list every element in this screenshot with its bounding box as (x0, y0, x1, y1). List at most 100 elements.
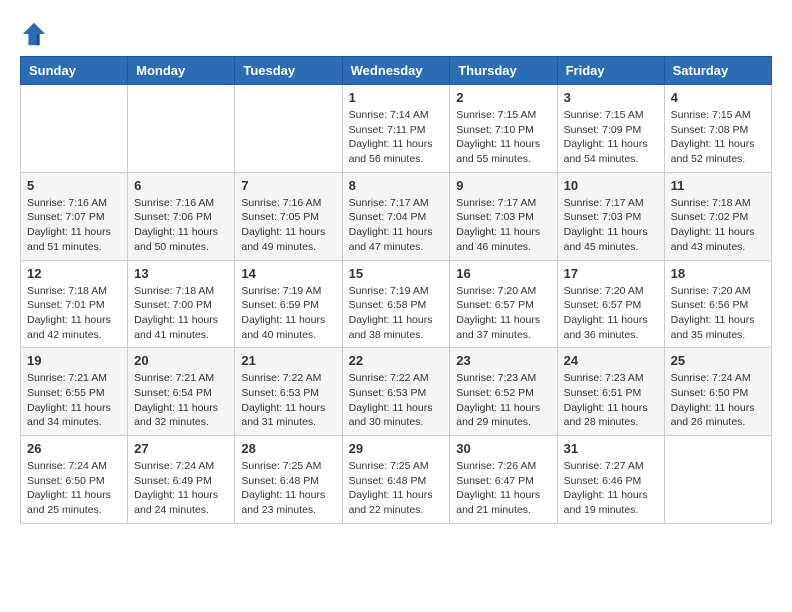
day-number: 21 (241, 353, 335, 368)
day-number: 9 (456, 178, 550, 193)
logo (20, 20, 52, 48)
column-header-saturday: Saturday (664, 57, 771, 85)
day-info: Sunrise: 7:22 AM Sunset: 6:53 PM Dayligh… (241, 371, 335, 430)
column-header-wednesday: Wednesday (342, 57, 450, 85)
calendar-week-row: 19Sunrise: 7:21 AM Sunset: 6:55 PM Dayli… (21, 348, 772, 436)
day-info: Sunrise: 7:24 AM Sunset: 6:50 PM Dayligh… (27, 459, 121, 518)
day-number: 18 (671, 266, 765, 281)
day-number: 30 (456, 441, 550, 456)
calendar-cell: 6 Sunrise: 7:16 AM Sunset: 7:06 PM Daylig… (128, 172, 235, 260)
day-info: Sunrise: 7:26 AM Sunset: 6:47 PM Dayligh… (456, 459, 550, 518)
calendar-header-row: SundayMondayTuesdayWednesdayThursdayFrid… (21, 57, 772, 85)
calendar-cell (128, 85, 235, 173)
day-info: Sunrise: 7:19 AM Sunset: 6:58 PM Dayligh… (349, 284, 444, 343)
calendar-cell: 10 Sunrise: 7:17 AM Sunset: 7:03 PM Dayli… (557, 172, 664, 260)
calendar-cell: 3Sunrise: 7:15 AM Sunset: 7:09 PM Daylig… (557, 85, 664, 173)
calendar-cell: 13 Sunrise: 7:18 AM Sunset: 7:00 PM Dayli… (128, 260, 235, 348)
page-header (20, 20, 772, 48)
day-info: Sunrise: 7:24 AM Sunset: 6:50 PM Dayligh… (671, 371, 765, 430)
calendar-cell: 8 Sunrise: 7:17 AM Sunset: 7:04 PM Daylig… (342, 172, 450, 260)
day-info: Sunrise: 7:25 AM Sunset: 6:48 PM Dayligh… (349, 459, 444, 518)
day-number: 25 (671, 353, 765, 368)
day-number: 19 (27, 353, 121, 368)
calendar-week-row: 12 Sunrise: 7:18 AM Sunset: 7:01 PM Dayli… (21, 260, 772, 348)
calendar-cell: 19Sunrise: 7:21 AM Sunset: 6:55 PM Dayli… (21, 348, 128, 436)
day-info: Sunrise: 7:16 AM Sunset: 7:07 PM Dayligh… (27, 196, 121, 255)
day-info: Sunrise: 7:15 AM Sunset: 7:08 PM Dayligh… (671, 108, 765, 167)
day-number: 22 (349, 353, 444, 368)
calendar-week-row: 1 Sunrise: 7:14 AM Sunset: 7:11 PM Daylig… (21, 85, 772, 173)
day-info: Sunrise: 7:15 AM Sunset: 7:09 PM Dayligh… (564, 108, 658, 167)
day-number: 8 (349, 178, 444, 193)
day-info: Sunrise: 7:16 AM Sunset: 7:06 PM Dayligh… (134, 196, 228, 255)
day-number: 7 (241, 178, 335, 193)
day-info: Sunrise: 7:24 AM Sunset: 6:49 PM Dayligh… (134, 459, 228, 518)
day-info: Sunrise: 7:14 AM Sunset: 7:11 PM Dayligh… (349, 108, 444, 167)
day-info: Sunrise: 7:15 AM Sunset: 7:10 PM Dayligh… (456, 108, 550, 167)
day-info: Sunrise: 7:18 AM Sunset: 7:02 PM Dayligh… (671, 196, 765, 255)
day-info: Sunrise: 7:22 AM Sunset: 6:53 PM Dayligh… (349, 371, 444, 430)
calendar-cell (21, 85, 128, 173)
calendar-cell (235, 85, 342, 173)
day-info: Sunrise: 7:16 AM Sunset: 7:05 PM Dayligh… (241, 196, 335, 255)
calendar-cell: 30 Sunrise: 7:26 AM Sunset: 6:47 PM Dayli… (450, 436, 557, 524)
calendar-cell: 26Sunrise: 7:24 AM Sunset: 6:50 PM Dayli… (21, 436, 128, 524)
day-number: 27 (134, 441, 228, 456)
day-number: 15 (349, 266, 444, 281)
day-info: Sunrise: 7:20 AM Sunset: 6:57 PM Dayligh… (564, 284, 658, 343)
calendar-cell: 28Sunrise: 7:25 AM Sunset: 6:48 PM Dayli… (235, 436, 342, 524)
calendar-cell: 20 Sunrise: 7:21 AM Sunset: 6:54 PM Dayli… (128, 348, 235, 436)
day-number: 23 (456, 353, 550, 368)
calendar-cell: 4 Sunrise: 7:15 AM Sunset: 7:08 PM Daylig… (664, 85, 771, 173)
calendar-cell: 25 Sunrise: 7:24 AM Sunset: 6:50 PM Dayli… (664, 348, 771, 436)
day-number: 4 (671, 90, 765, 105)
day-number: 16 (456, 266, 550, 281)
day-info: Sunrise: 7:23 AM Sunset: 6:51 PM Dayligh… (564, 371, 658, 430)
calendar-cell (664, 436, 771, 524)
calendar-cell: 1 Sunrise: 7:14 AM Sunset: 7:11 PM Daylig… (342, 85, 450, 173)
calendar-cell: 7 Sunrise: 7:16 AM Sunset: 7:05 PM Daylig… (235, 172, 342, 260)
calendar-cell: 31Sunrise: 7:27 AM Sunset: 6:46 PM Dayli… (557, 436, 664, 524)
day-number: 14 (241, 266, 335, 281)
day-info: Sunrise: 7:20 AM Sunset: 6:57 PM Dayligh… (456, 284, 550, 343)
column-header-monday: Monday (128, 57, 235, 85)
calendar-cell: 18 Sunrise: 7:20 AM Sunset: 6:56 PM Dayli… (664, 260, 771, 348)
day-info: Sunrise: 7:23 AM Sunset: 6:52 PM Dayligh… (456, 371, 550, 430)
day-info: Sunrise: 7:17 AM Sunset: 7:03 PM Dayligh… (456, 196, 550, 255)
day-info: Sunrise: 7:18 AM Sunset: 7:00 PM Dayligh… (134, 284, 228, 343)
calendar-cell: 24 Sunrise: 7:23 AM Sunset: 6:51 PM Dayli… (557, 348, 664, 436)
day-number: 10 (564, 178, 658, 193)
calendar-cell: 22 Sunrise: 7:22 AM Sunset: 6:53 PM Dayli… (342, 348, 450, 436)
calendar-cell: 16 Sunrise: 7:20 AM Sunset: 6:57 PM Dayli… (450, 260, 557, 348)
day-number: 1 (349, 90, 444, 105)
calendar-cell: 9 Sunrise: 7:17 AM Sunset: 7:03 PM Daylig… (450, 172, 557, 260)
day-number: 24 (564, 353, 658, 368)
day-info: Sunrise: 7:17 AM Sunset: 7:04 PM Dayligh… (349, 196, 444, 255)
calendar-cell: 14Sunrise: 7:19 AM Sunset: 6:59 PM Dayli… (235, 260, 342, 348)
day-info: Sunrise: 7:20 AM Sunset: 6:56 PM Dayligh… (671, 284, 765, 343)
calendar-cell: 27 Sunrise: 7:24 AM Sunset: 6:49 PM Dayli… (128, 436, 235, 524)
day-number: 17 (564, 266, 658, 281)
day-number: 29 (349, 441, 444, 456)
day-info: Sunrise: 7:18 AM Sunset: 7:01 PM Dayligh… (27, 284, 121, 343)
calendar-table: SundayMondayTuesdayWednesdayThursdayFrid… (20, 56, 772, 524)
day-number: 2 (456, 90, 550, 105)
calendar-week-row: 5Sunrise: 7:16 AM Sunset: 7:07 PM Daylig… (21, 172, 772, 260)
day-info: Sunrise: 7:21 AM Sunset: 6:54 PM Dayligh… (134, 371, 228, 430)
day-number: 13 (134, 266, 228, 281)
day-number: 6 (134, 178, 228, 193)
day-number: 12 (27, 266, 121, 281)
calendar-cell: 15 Sunrise: 7:19 AM Sunset: 6:58 PM Dayli… (342, 260, 450, 348)
calendar-cell: 2 Sunrise: 7:15 AM Sunset: 7:10 PM Daylig… (450, 85, 557, 173)
day-info: Sunrise: 7:17 AM Sunset: 7:03 PM Dayligh… (564, 196, 658, 255)
calendar-cell: 21 Sunrise: 7:22 AM Sunset: 6:53 PM Dayli… (235, 348, 342, 436)
logo-icon (20, 20, 48, 48)
calendar-cell: 17 Sunrise: 7:20 AM Sunset: 6:57 PM Dayli… (557, 260, 664, 348)
calendar-cell: 23 Sunrise: 7:23 AM Sunset: 6:52 PM Dayli… (450, 348, 557, 436)
day-number: 28 (241, 441, 335, 456)
column-header-tuesday: Tuesday (235, 57, 342, 85)
day-number: 31 (564, 441, 658, 456)
calendar-cell: 29 Sunrise: 7:25 AM Sunset: 6:48 PM Dayli… (342, 436, 450, 524)
day-number: 20 (134, 353, 228, 368)
column-header-friday: Friday (557, 57, 664, 85)
